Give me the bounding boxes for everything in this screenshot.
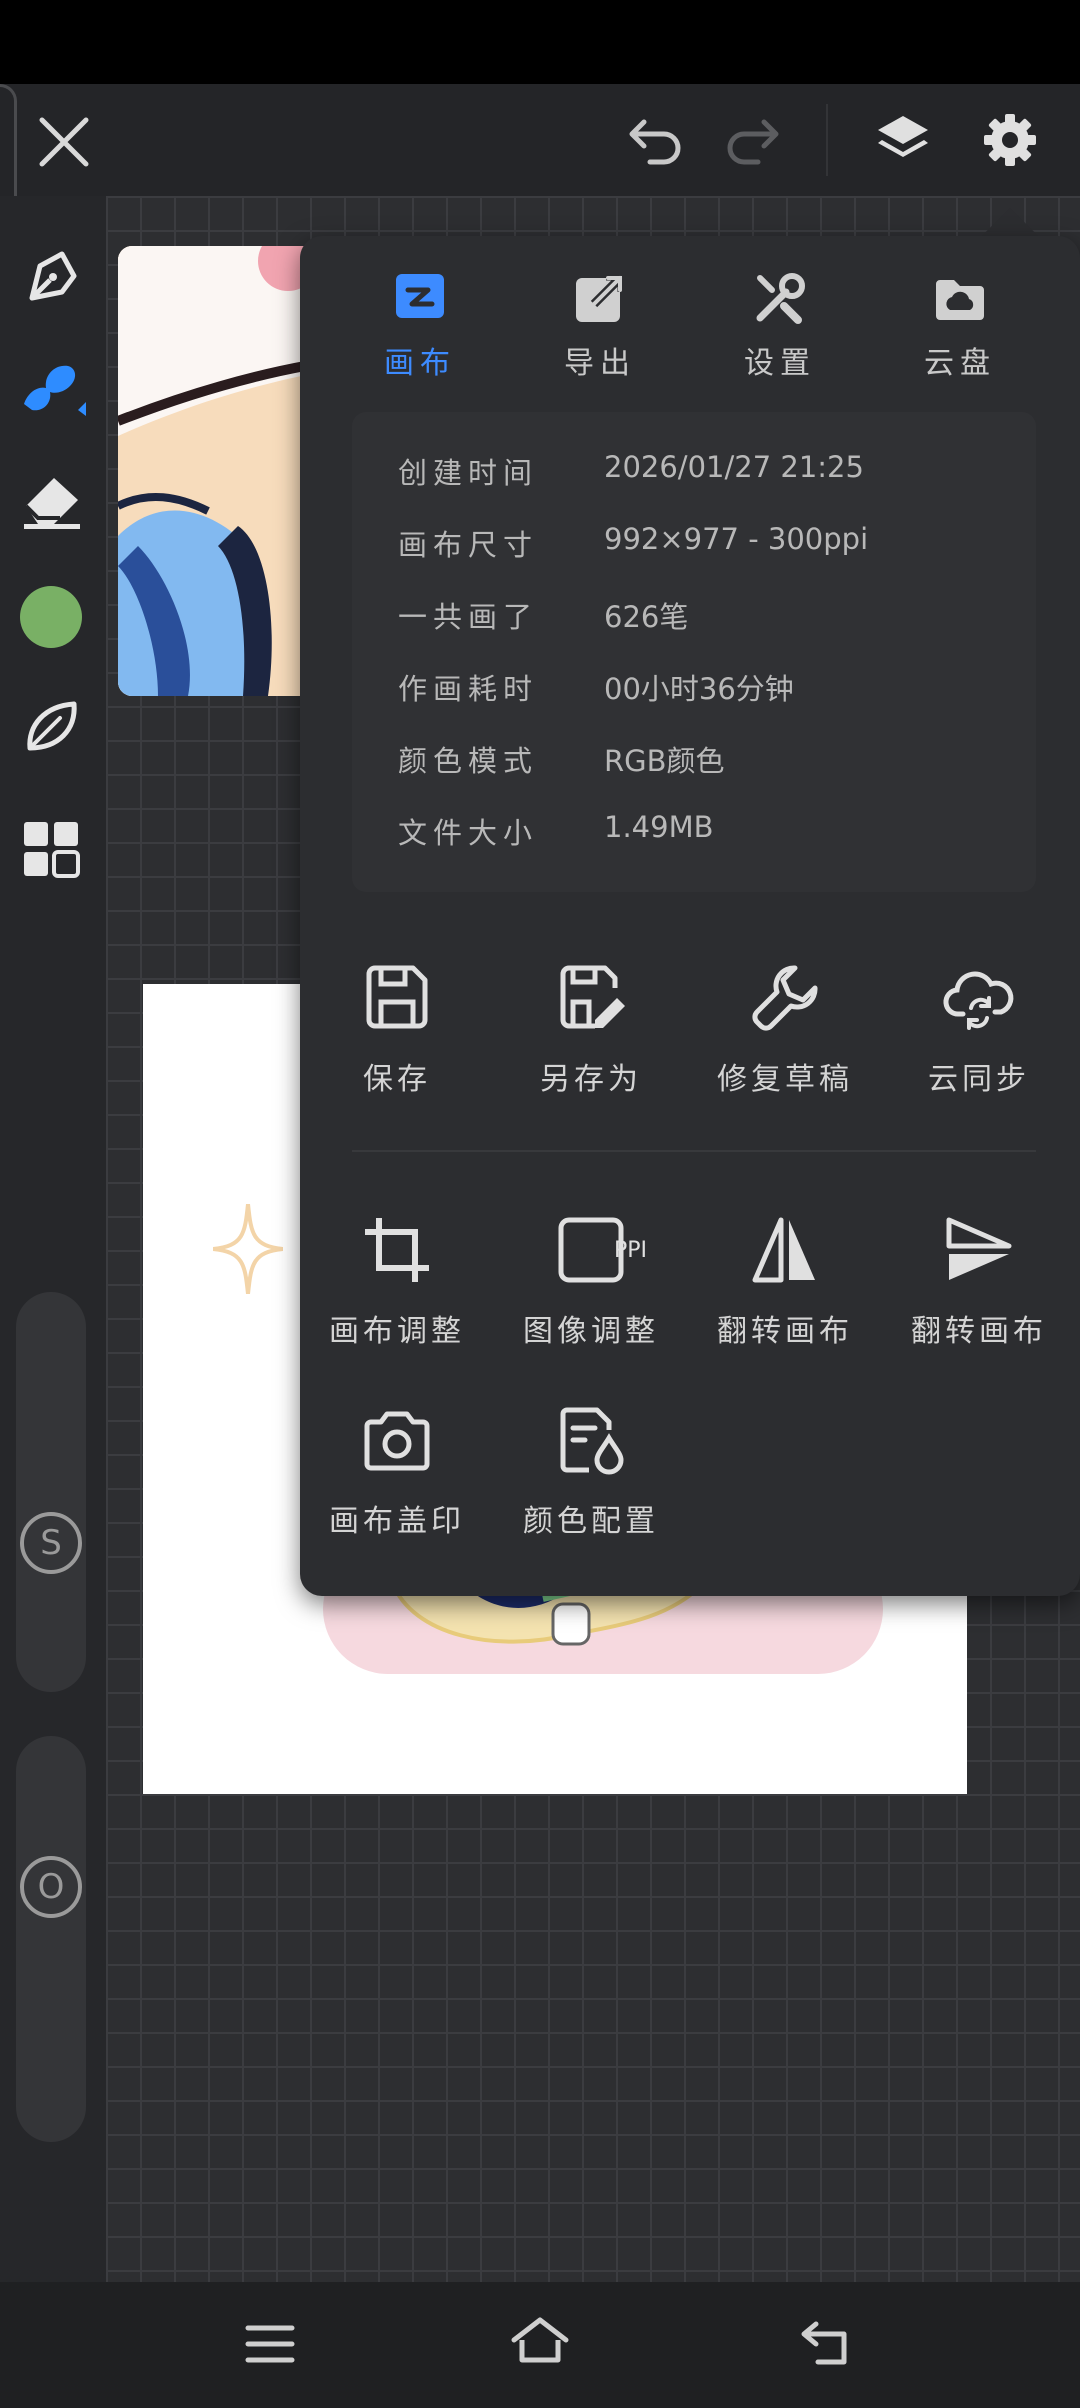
brush-size-slider[interactable]: S: [16, 1292, 86, 1692]
menu-icon[interactable]: [244, 2320, 296, 2368]
tab-label: 画布: [384, 346, 456, 381]
pen-icon[interactable]: [22, 246, 82, 306]
color-profile-button[interactable]: 颜色配置: [496, 1404, 686, 1540]
info-row-strokes: 一共画了 626笔: [398, 594, 1018, 666]
canvas-stamp-button[interactable]: 画布盖印: [302, 1404, 492, 1540]
info-label: 作画耗时: [398, 672, 539, 706]
canvas-adjust-button[interactable]: 画布调整: [302, 1214, 492, 1350]
save-as-icon: [555, 962, 627, 1034]
flip-canvas-vertical-button[interactable]: 翻转画布: [884, 1214, 1074, 1350]
save-label: 保存: [363, 1062, 431, 1097]
info-label: 画布尺寸: [398, 528, 539, 562]
canvas-icon: [392, 270, 448, 326]
undo-icon[interactable]: [626, 114, 686, 168]
status-bar: [0, 0, 1080, 84]
tab-settings[interactable]: 设置: [690, 236, 870, 386]
info-label: 文件大小: [398, 816, 539, 850]
flip-vertical-icon: [943, 1214, 1015, 1286]
repair-draft-button[interactable]: 修复草稿: [690, 962, 880, 1098]
home-icon[interactable]: [508, 2316, 572, 2368]
info-label: 颜色模式: [398, 744, 539, 778]
top-toolbar: [0, 84, 1080, 260]
camera-icon: [361, 1404, 433, 1476]
cloud-drive-icon: [932, 270, 988, 326]
export-icon: [572, 270, 628, 326]
flip-canvas-horizontal-button[interactable]: 翻转画布: [690, 1214, 880, 1350]
redo-icon[interactable]: [722, 114, 782, 168]
info-value: 2026/01/27 21:25: [604, 450, 864, 484]
info-row-size: 画布尺寸 992×977 - 300ppi: [398, 522, 1018, 594]
canvas-info-card: 创建时间 2026/01/27 21:25 画布尺寸 992×977 - 300…: [352, 412, 1036, 892]
tab-export[interactable]: 导出: [510, 236, 690, 386]
system-nav-bar: [0, 2282, 1080, 2408]
cloud-sync-label: 云同步: [928, 1062, 1030, 1097]
tab-label: 导出: [564, 346, 636, 381]
info-label: 创建时间: [398, 456, 539, 490]
flip-horizontal-label: 翻转画布: [717, 1314, 853, 1349]
close-icon[interactable]: [36, 114, 92, 170]
image-adjust-label: 图像调整: [523, 1314, 659, 1349]
flip-vertical-label: 翻转画布: [911, 1314, 1047, 1349]
ppi-icon: PPI: [555, 1214, 647, 1286]
info-value: 992×977 - 300ppi: [604, 522, 869, 556]
info-value: RGB颜色: [604, 744, 725, 778]
info-value: 626笔: [604, 600, 689, 634]
tab-canvas[interactable]: 画布: [330, 236, 510, 386]
cloud-sync-icon: [943, 962, 1015, 1034]
toolbar-divider: [826, 104, 828, 176]
color-profile-icon: [555, 1404, 627, 1476]
menu-divider: [352, 1150, 1036, 1152]
info-row-file-size: 文件大小 1.49MB: [398, 810, 1018, 882]
flip-horizontal-icon: [749, 1214, 821, 1286]
info-label: 一共画了: [398, 600, 539, 634]
info-row-created: 创建时间 2026/01/27 21:25: [398, 450, 1018, 522]
layers-icon[interactable]: [872, 110, 934, 172]
tab-label: 设置: [744, 346, 816, 381]
info-row-duration: 作画耗时 00小时36分钟: [398, 666, 1018, 738]
gear-icon[interactable]: [980, 110, 1040, 170]
brush-opacity-slider[interactable]: O: [16, 1736, 86, 2142]
ppi-icon-text: PPI: [614, 1238, 648, 1263]
grid-icon[interactable]: [24, 822, 80, 878]
info-value: 1.49MB: [604, 810, 714, 844]
canvas-menu-panel: 画布 导出 设置 云盘 创建时间 2026/01/27 21:25 画布尺寸 9…: [300, 236, 1080, 1596]
image-adjust-button[interactable]: PPI 图像调整: [496, 1214, 686, 1350]
save-as-label: 另存为: [540, 1062, 642, 1097]
tab-label: 云盘: [924, 346, 996, 381]
brush-icon[interactable]: [18, 358, 90, 424]
wrench-icon: [749, 962, 821, 1034]
save-as-button[interactable]: 另存为: [496, 962, 686, 1098]
crop-icon: [361, 1214, 433, 1286]
canvas-stamp-label: 画布盖印: [329, 1504, 465, 1539]
info-row-color-mode: 颜色模式 RGB颜色: [398, 738, 1018, 810]
color-swatch[interactable]: [20, 586, 82, 648]
repair-draft-label: 修复草稿: [717, 1062, 853, 1097]
cloud-sync-button[interactable]: 云同步: [884, 962, 1074, 1098]
sparkle-decoration: [213, 1204, 283, 1294]
left-tool-rail: S O: [0, 196, 106, 2282]
info-value: 00小时36分钟: [604, 672, 794, 706]
color-profile-label: 颜色配置: [523, 1504, 659, 1539]
canvas-adjust-label: 画布调整: [329, 1314, 465, 1349]
save-button[interactable]: 保存: [302, 962, 492, 1098]
eraser-icon[interactable]: [20, 472, 84, 530]
back-icon[interactable]: [798, 2318, 854, 2368]
tab-cloud-drive[interactable]: 云盘: [870, 236, 1050, 386]
leaf-icon[interactable]: [22, 696, 82, 756]
opacity-slider-knob[interactable]: O: [20, 1856, 82, 1918]
size-slider-knob[interactable]: S: [20, 1512, 82, 1574]
tools-icon: [752, 270, 808, 326]
save-icon: [361, 962, 433, 1034]
